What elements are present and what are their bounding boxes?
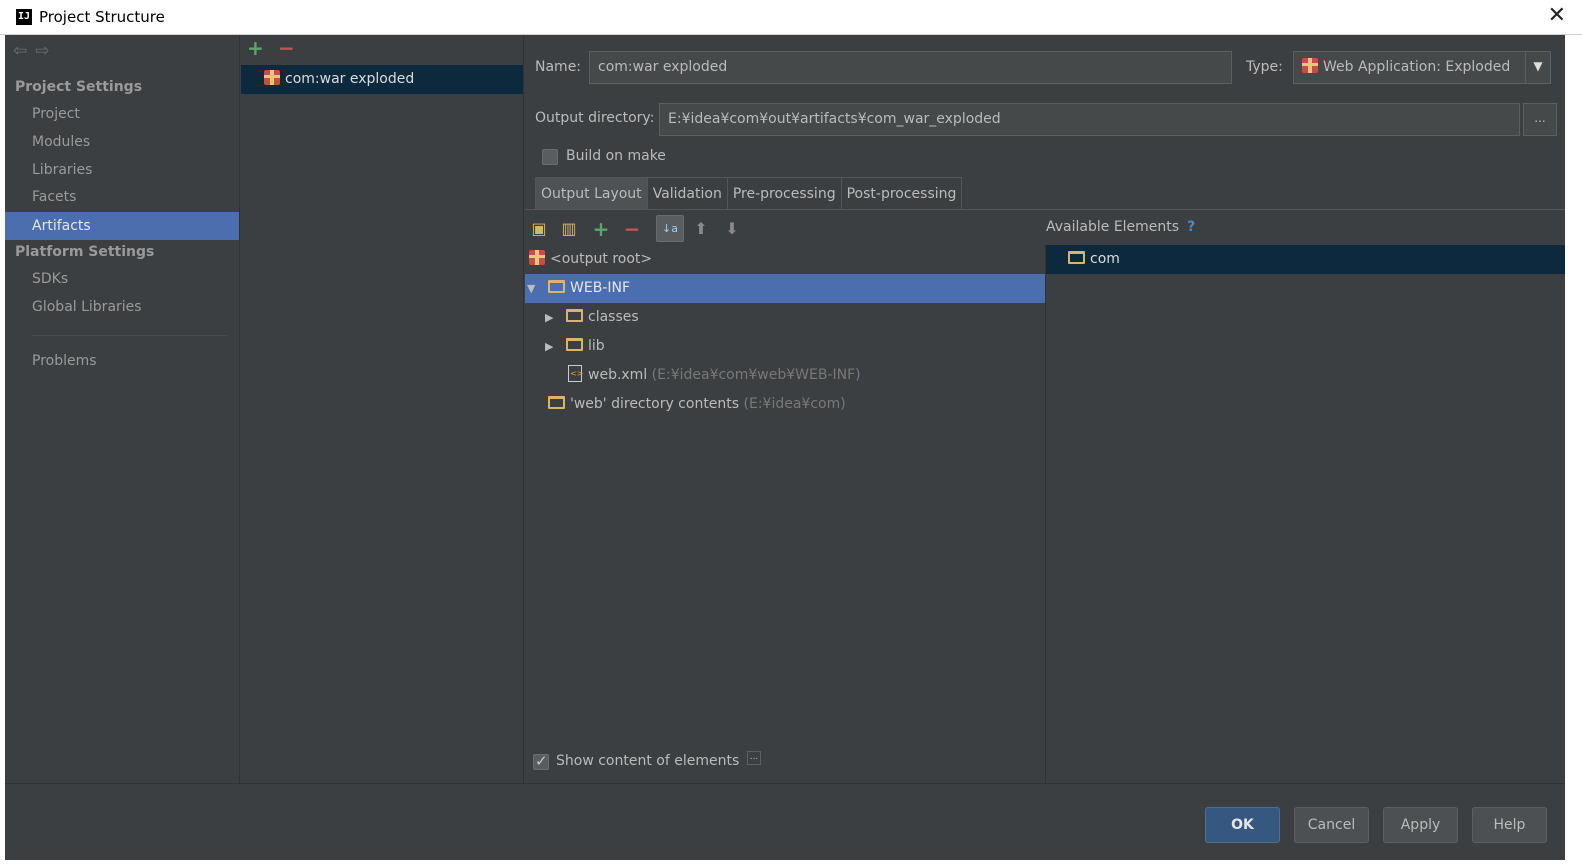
tree-row-lib[interactable]: ▶ lib xyxy=(525,332,1045,361)
tree-row-web-directory[interactable]: 'web' directory contents (E:¥idea¥com) xyxy=(525,390,1045,419)
lib-label: lib xyxy=(588,338,605,354)
chevron-down-icon[interactable]: ▼ xyxy=(1525,52,1550,83)
intellij-icon: IJ xyxy=(16,9,32,25)
sidebar-item-global-libraries[interactable]: Global Libraries xyxy=(5,293,239,321)
project-settings-heading: Project Settings xyxy=(15,79,143,95)
create-directory-icon[interactable]: ▣ xyxy=(529,219,549,239)
tab-divider xyxy=(525,209,1565,210)
type-value: Web Application: Exploded xyxy=(1323,59,1511,75)
folder-icon xyxy=(548,280,565,293)
tab-pre-processing[interactable]: Pre-processing xyxy=(726,177,842,210)
output-directory-label: Output directory: xyxy=(535,110,655,126)
available-element-item[interactable]: com xyxy=(1046,245,1565,274)
dialog-footer: OK Cancel Apply Help xyxy=(5,783,1565,860)
output-root-label: <output root> xyxy=(550,251,653,267)
web-app-icon xyxy=(1302,58,1318,73)
artifact-editor: Name: com:war exploded Type: Web Applica… xyxy=(525,35,1565,783)
platform-settings-heading: Platform Settings xyxy=(15,244,155,260)
folder-icon xyxy=(566,338,583,351)
tab-strip: Output Layout Validation Pre-processing … xyxy=(535,177,963,210)
sidebar-item-sdks[interactable]: SDKs xyxy=(5,265,239,293)
ok-button[interactable]: OK xyxy=(1205,807,1280,843)
add-artifact-icon[interactable]: + xyxy=(247,36,264,60)
window-border-left xyxy=(0,35,5,868)
tree-row-classes[interactable]: ▶ classes xyxy=(525,303,1045,332)
classes-label: classes xyxy=(588,309,639,325)
web-dir-path: (E:¥idea¥com) xyxy=(743,396,846,412)
available-element-label: com xyxy=(1090,251,1120,267)
directory-contents-icon xyxy=(548,396,565,409)
name-label: Name: xyxy=(535,59,582,75)
available-elements-label: Available Elements xyxy=(1046,219,1180,235)
close-icon[interactable]: ✕ xyxy=(1548,3,1566,28)
forward-arrow-icon[interactable]: ⇨ xyxy=(35,41,57,61)
artifact-list-panel: + − com:war exploded xyxy=(241,35,524,783)
settings-sidebar: ⇦⇨ Project Settings Project Modules Libr… xyxy=(5,35,240,783)
sidebar-item-artifacts[interactable]: Artifacts xyxy=(5,212,239,240)
apply-button[interactable]: Apply xyxy=(1383,807,1458,843)
sidebar-item-facets[interactable]: Facets xyxy=(5,183,239,211)
panel-splitter[interactable] xyxy=(1045,245,1046,783)
layout-toolbar: ▣ ▥ + − ↓a ⬆ ⬇ xyxy=(525,213,1045,245)
window-title: Project Structure xyxy=(39,8,165,26)
tab-output-layout[interactable]: Output Layout xyxy=(535,177,648,210)
sidebar-item-project[interactable]: Project xyxy=(5,100,239,128)
window-border-right xyxy=(1565,35,1582,868)
web-xml-label: web.xml xyxy=(588,367,648,383)
web-xml-path: (E:¥idea¥com¥web¥WEB-INF) xyxy=(651,367,861,383)
build-on-make-checkbox[interactable] xyxy=(542,149,558,165)
tab-post-processing[interactable]: Post-processing xyxy=(840,177,963,210)
browse-button[interactable]: ... xyxy=(1523,103,1557,136)
artifact-name: com:war exploded xyxy=(285,71,415,87)
back-arrow-icon[interactable]: ⇦ xyxy=(13,41,35,61)
build-on-make-label: Build on make xyxy=(566,148,666,164)
add-element-icon[interactable]: + xyxy=(591,219,611,239)
output-directory-field[interactable]: E:¥idea¥com¥out¥artifacts¥com_war_explod… xyxy=(659,103,1520,136)
remove-artifact-icon[interactable]: − xyxy=(278,36,295,60)
collapsed-arrow-icon[interactable]: ▶ xyxy=(545,303,553,332)
tree-row-web-inf[interactable]: ▼ WEB-INF xyxy=(525,274,1045,303)
remove-element-icon[interactable]: − xyxy=(622,219,642,239)
show-content-checkbox[interactable] xyxy=(533,752,549,770)
help-icon[interactable]: ? xyxy=(1187,219,1195,235)
sidebar-item-modules[interactable]: Modules xyxy=(5,128,239,156)
expanded-arrow-icon[interactable]: ▼ xyxy=(527,274,535,303)
type-label: Type: xyxy=(1246,59,1283,75)
window-border-bottom xyxy=(0,860,1582,868)
show-content-options-button[interactable]: ... xyxy=(747,751,761,765)
show-content-label: Show content of elements xyxy=(556,753,740,769)
collapsed-arrow-icon[interactable]: ▶ xyxy=(545,332,553,361)
nav-buttons: ⇦⇨ xyxy=(13,41,58,61)
move-down-icon[interactable]: ⬇ xyxy=(722,219,742,239)
sidebar-divider xyxy=(32,335,227,336)
artifact-list-item[interactable]: com:war exploded xyxy=(241,65,523,94)
help-button[interactable]: Help xyxy=(1472,807,1547,843)
war-artifact-icon xyxy=(264,70,280,85)
available-elements-heading: Available Elements? xyxy=(1046,219,1195,235)
tree-row-output-root[interactable]: <output root> xyxy=(525,245,1045,274)
move-up-icon[interactable]: ⬆ xyxy=(691,219,711,239)
output-layout-tree: <output root> ▼ WEB-INF ▶ classes ▶ lib … xyxy=(525,245,1045,745)
output-root-icon xyxy=(529,250,545,265)
title-bar: IJ Project Structure ✕ xyxy=(0,0,1582,35)
web-inf-label: WEB-INF xyxy=(570,280,630,296)
xml-file-icon xyxy=(568,365,583,382)
tab-validation[interactable]: Validation xyxy=(646,177,728,210)
module-folder-icon xyxy=(1068,251,1085,264)
create-archive-icon[interactable]: ▥ xyxy=(559,219,579,239)
sidebar-item-libraries[interactable]: Libraries xyxy=(5,156,239,184)
web-dir-label: 'web' directory contents xyxy=(570,396,740,412)
sort-icon[interactable]: ↓a xyxy=(656,215,684,242)
type-dropdown[interactable]: Web Application: Exploded ▼ xyxy=(1293,51,1551,84)
name-field[interactable]: com:war exploded xyxy=(589,51,1232,84)
tree-row-web-xml[interactable]: web.xml (E:¥idea¥com¥web¥WEB-INF) xyxy=(525,361,1045,390)
cancel-button[interactable]: Cancel xyxy=(1294,807,1369,843)
folder-icon xyxy=(566,309,583,322)
sidebar-item-problems[interactable]: Problems xyxy=(5,347,239,375)
